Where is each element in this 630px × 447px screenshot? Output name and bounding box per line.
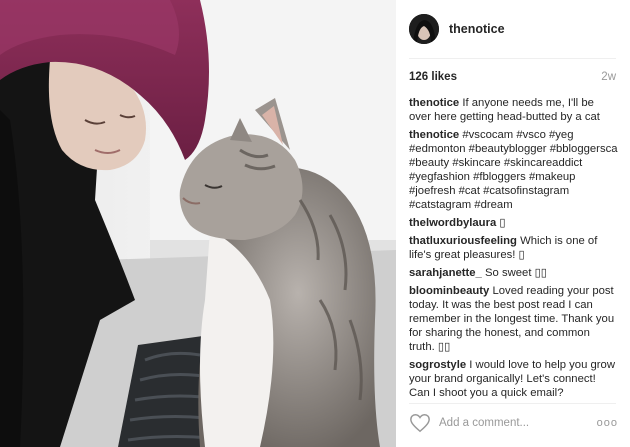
post-details-panel: thenotice 126 likes 2w thenotice If anyo… (396, 0, 630, 447)
post-photo[interactable] (0, 0, 396, 447)
likes-count[interactable]: 126 likes (409, 71, 457, 83)
comment: sogrostyle I would love to help you grow… (409, 358, 618, 400)
photo-image (0, 0, 396, 447)
divider (409, 403, 616, 404)
comment: sarahjanette_ So sweet ▯▯ (409, 266, 618, 280)
more-options-icon[interactable]: ooo (597, 417, 618, 429)
divider (409, 58, 616, 59)
comment: bloominbeauty Loved reading your post to… (409, 284, 618, 354)
comment-username[interactable]: thenotice (409, 129, 459, 141)
comments-list[interactable]: thenotice If anyone needs me, I'll be ov… (409, 96, 618, 401)
comment-username[interactable]: bloominbeauty (409, 285, 489, 297)
comment-text: ▯ (499, 217, 506, 229)
comment: thatluxuriousfeeling Which is one of lif… (409, 234, 618, 262)
comment-bar: ooo (409, 408, 618, 438)
comment-text: #vscocam #vsco #yeg #edmonton #beautyblo… (409, 129, 618, 211)
comment-text: So sweet ▯▯ (484, 267, 548, 279)
comment-username[interactable]: thatluxuriousfeeling (409, 235, 517, 247)
comment: thenotice #vscocam #vsco #yeg #edmonton … (409, 128, 618, 212)
avatar[interactable] (409, 14, 439, 44)
comment-username[interactable]: thelwordbylaura (409, 217, 496, 229)
comment-username[interactable]: thenotice (409, 97, 459, 109)
add-comment-input[interactable] (439, 417, 597, 429)
comment-username[interactable]: sogrostyle (409, 359, 466, 371)
post-stats: 126 likes 2w (409, 71, 616, 83)
comment: thenotice If anyone needs me, I'll be ov… (409, 96, 618, 124)
post-time[interactable]: 2w (601, 71, 616, 83)
post-username[interactable]: thenotice (449, 22, 505, 36)
post-header: thenotice (409, 12, 505, 46)
comment-username[interactable]: sarahjanette_ (409, 267, 482, 279)
heart-icon[interactable] (409, 412, 431, 434)
avatar-image (409, 14, 439, 44)
comment: thelwordbylaura ▯ (409, 216, 618, 230)
